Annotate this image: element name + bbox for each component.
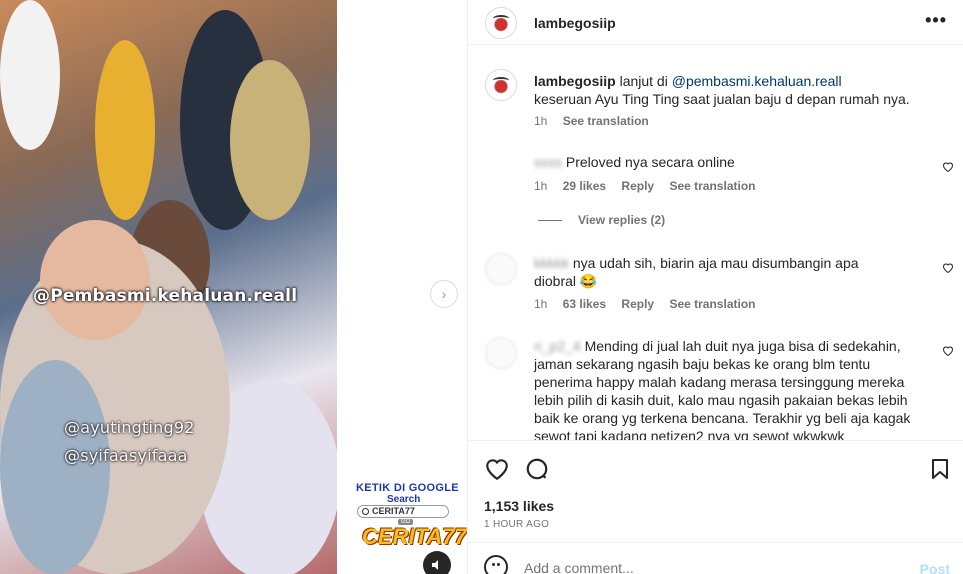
comment-text-line: sewot tapi kadang netizen2 nya yg sewot … [534, 428, 845, 440]
comment-meta: 1h 63 likes Reply See translation [534, 297, 767, 311]
speaker-icon [432, 560, 438, 570]
avatar[interactable] [485, 253, 517, 285]
reply-button[interactable]: Reply [621, 297, 654, 311]
comment-input[interactable] [524, 560, 904, 574]
video-figure [95, 40, 155, 220]
avatar[interactable] [485, 337, 517, 369]
caption-time: 1h [534, 114, 548, 128]
comment: kkkkk nya udah sih, biarin aja mau disum… [534, 254, 934, 290]
comment-text-line: lebih pilih di kasih duit, kalo mau ngas… [534, 392, 908, 408]
video-overlay-tag: @syifaasyifaaa [64, 446, 188, 465]
comment-time: 1h [534, 179, 548, 193]
video-figure [0, 360, 110, 574]
header-username[interactable]: lambegosiip [534, 15, 616, 31]
caption: lambegosiip lanjut di @pembasmi.kehaluan… [534, 72, 934, 108]
ad-headline: KETIK DI GOOGLE [356, 482, 459, 494]
comment-bubble-icon[interactable] [524, 456, 550, 482]
mute-button[interactable] [423, 551, 451, 574]
comment-text-line: jaman sekarang ngasih baju bekas ke oran… [534, 356, 871, 372]
see-translation-link[interactable]: See translation [669, 179, 755, 193]
video-figure [0, 0, 60, 150]
chevron-right-icon: › [441, 286, 447, 302]
see-translation-link[interactable]: See translation [563, 114, 649, 128]
reply-button[interactable]: Reply [621, 179, 654, 193]
like-heart-icon[interactable] [484, 456, 510, 482]
next-media-button[interactable]: › [430, 280, 458, 308]
video-face [40, 220, 150, 340]
video-overlay-handle: @Pembasmi.kehaluan.reall [33, 286, 298, 306]
caption-avatar[interactable] [485, 69, 517, 101]
comments-list[interactable]: lambegosiip lanjut di @pembasmi.kehaluan… [468, 45, 963, 440]
post-header: lambegosiip ••• [468, 0, 963, 45]
video-overlay-tag: @ayutingting92 [64, 418, 195, 437]
see-translation-link[interactable]: See translation [669, 297, 755, 311]
post-panel: lambegosiip ••• lambegosiip lanjut di @p… [467, 0, 963, 574]
caption-username[interactable]: lambegosiip [534, 73, 616, 89]
video-figure [230, 60, 310, 220]
comment-text: Preloved nya secara online [565, 154, 735, 170]
like-comment-heart-icon[interactable] [942, 345, 954, 357]
comment-text: nya udah sih, biarin aja mau disumbangin… [572, 255, 859, 271]
comment: n_p2_4 Mending di jual lah duit nya juga… [534, 337, 934, 440]
comment-text-line: baik ke orang yg terkena bencana. Terakh… [534, 410, 911, 426]
caption-prefix: lanjut di [619, 73, 668, 89]
more-options-icon[interactable]: ••• [925, 10, 947, 31]
comment-meta: 1h 29 likes Reply See translation [534, 179, 767, 193]
ad-subline: Search [387, 494, 421, 505]
post-time: 1 HOUR AGO [484, 519, 550, 530]
comment-username[interactable]: ssss [534, 154, 562, 170]
comment-likes[interactable]: 63 likes [563, 297, 606, 311]
comment-username[interactable]: kkkkk [534, 255, 569, 271]
comment-text-line: diobral 😂 [534, 273, 598, 289]
avatar[interactable] [485, 7, 517, 39]
bookmark-icon[interactable] [928, 456, 952, 482]
add-comment-bar: Post [468, 542, 963, 574]
likes-count[interactable]: 1,153 likes [484, 498, 554, 514]
post-video[interactable]: @Pembasmi.kehaluan.reall @ayutingting92 … [0, 0, 337, 574]
like-comment-heart-icon[interactable] [942, 161, 954, 173]
ad-brand-logo[interactable]: CERITA77 [362, 524, 467, 550]
emoji-icon[interactable] [484, 555, 508, 574]
comment-username[interactable]: n_p2_4 [534, 338, 581, 354]
caption-mention[interactable]: @pembasmi.kehaluan.reall [672, 73, 842, 89]
caption-text: keseruan Ayu Ting Ting saat jualan baju … [534, 91, 910, 107]
caption-meta: 1h See translation [534, 114, 661, 128]
comment-text-line: penerima happy malah kadang merasa tersi… [534, 374, 905, 390]
comment-text: Mending di jual lah duit nya juga bisa d… [584, 338, 901, 354]
comment-time: 1h [534, 297, 548, 311]
ad-search-box[interactable]: CERITA77 [357, 505, 449, 518]
comment: ssss Preloved nya secara online [534, 153, 934, 171]
view-replies-button[interactable]: View replies (2) [538, 213, 665, 227]
post-button[interactable]: Post [920, 561, 950, 574]
post-actions: 1,153 likes 1 HOUR AGO [468, 440, 963, 540]
comment-likes[interactable]: 29 likes [563, 179, 606, 193]
like-comment-heart-icon[interactable] [942, 262, 954, 274]
